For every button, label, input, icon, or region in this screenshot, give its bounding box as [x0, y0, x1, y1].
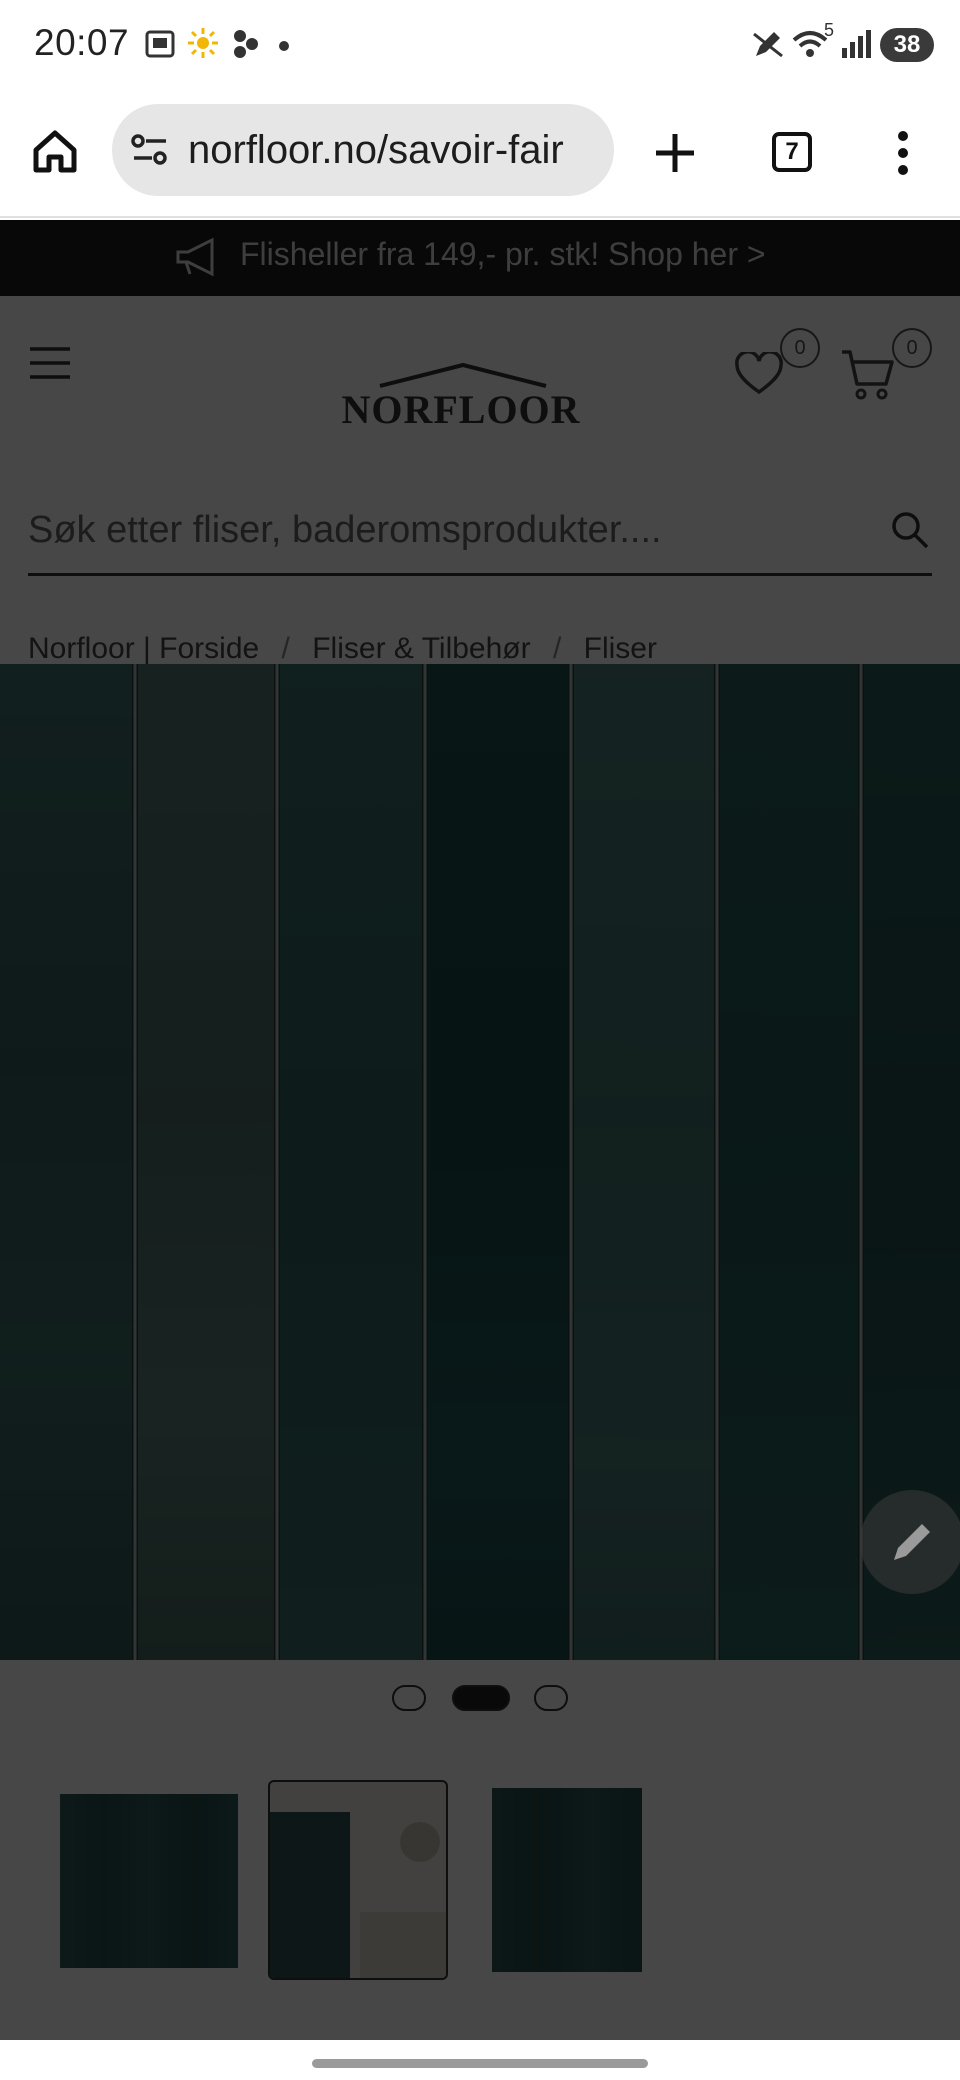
- thumbnail-1[interactable]: [60, 1794, 238, 1968]
- signal-icon: [842, 30, 871, 58]
- tile-strip: [0, 664, 132, 1660]
- carousel-dot-2[interactable]: [452, 1685, 510, 1711]
- home-gesture-handle[interactable]: [312, 2059, 648, 2068]
- tile-strip: [280, 664, 422, 1660]
- tile-strip: [428, 664, 568, 1660]
- edit-floating-button[interactable]: [860, 1490, 960, 1594]
- new-tab-icon[interactable]: [652, 130, 698, 176]
- search-input[interactable]: [28, 498, 868, 562]
- more-notifications-dot-icon: [279, 41, 289, 51]
- logo-roof-icon: [379, 362, 547, 388]
- thumbnail-2[interactable]: [268, 1780, 448, 1980]
- tile-strip: [720, 664, 858, 1660]
- pencil-icon: [894, 1524, 930, 1560]
- web-page: Flisheller fra 149,- pr. stk! Shop her >…: [0, 220, 960, 2040]
- thumbnail-3[interactable]: [492, 1788, 642, 1972]
- promo-text: Flisheller fra 149,- pr. stk! Shop her >: [240, 236, 766, 272]
- status-time: 20:07: [34, 22, 130, 63]
- promo-banner[interactable]: Flisheller fra 149,- pr. stk! Shop her >: [0, 220, 960, 296]
- cart-icon[interactable]: [840, 348, 896, 402]
- tile-strip: [138, 664, 274, 1660]
- screen: 20:07 5 38 norfloor.no/savoir-fair 7 Fli…: [0, 0, 960, 2080]
- address-bar[interactable]: norfloor.no/savoir-fair: [112, 104, 614, 196]
- browser-toolbar: norfloor.no/savoir-fair 7: [0, 92, 960, 218]
- thumbnail-wall: [270, 1812, 350, 1978]
- breadcrumb-separator: /: [552, 632, 562, 665]
- home-icon[interactable]: [30, 126, 80, 176]
- thumbnail-strip: [0, 1780, 960, 1980]
- thumbnail-mirror: [400, 1822, 440, 1862]
- network-label: 5: [824, 20, 835, 40]
- breadcrumb-item-tiles[interactable]: Fliser: [584, 632, 657, 665]
- weather-icon: [188, 28, 218, 58]
- carousel-dot-3[interactable]: [534, 1685, 568, 1711]
- breadcrumb-item-tiles-accessories[interactable]: Fliser & Tilbehør: [312, 632, 530, 665]
- site-info-icon[interactable]: [130, 132, 170, 168]
- breadcrumb: Norfloor | Forside / Fliser & Tilbehør /…: [28, 632, 671, 666]
- breadcrumb-item-home[interactable]: Norfloor | Forside: [28, 632, 259, 665]
- status-bar: 20:07 5 38: [0, 0, 960, 92]
- system-nav-bar: [0, 2040, 960, 2080]
- search-icon[interactable]: [890, 510, 930, 550]
- tab-switcher-button[interactable]: 7: [772, 132, 812, 172]
- search-bar: [28, 490, 932, 576]
- hamburger-menu-icon[interactable]: [28, 346, 72, 380]
- site-header: NORFLOOR 0 0: [0, 296, 960, 476]
- tile-strip: [574, 664, 714, 1660]
- wishlist-count-badge: 0: [780, 328, 820, 368]
- megaphone-icon: [176, 237, 214, 277]
- logo-text: NORFLOOR: [341, 387, 581, 432]
- site-logo[interactable]: NORFLOOR: [318, 362, 604, 432]
- heart-icon[interactable]: [734, 352, 784, 396]
- carousel-indicators: [388, 1683, 578, 1713]
- breadcrumb-separator: /: [281, 632, 290, 665]
- thumbnail-floor: [360, 1912, 446, 1978]
- app-notification-icon: [234, 30, 258, 58]
- pen-off-icon: [753, 32, 783, 58]
- more-icon[interactable]: [896, 128, 910, 178]
- battery-indicator: 38: [880, 28, 934, 62]
- cart-count-badge: 0: [892, 328, 932, 368]
- product-image[interactable]: [0, 664, 960, 1660]
- carousel-dot-1[interactable]: [392, 1685, 426, 1711]
- url-text: norfloor.no/savoir-fair: [188, 128, 564, 172]
- screenshot-icon: [145, 30, 175, 58]
